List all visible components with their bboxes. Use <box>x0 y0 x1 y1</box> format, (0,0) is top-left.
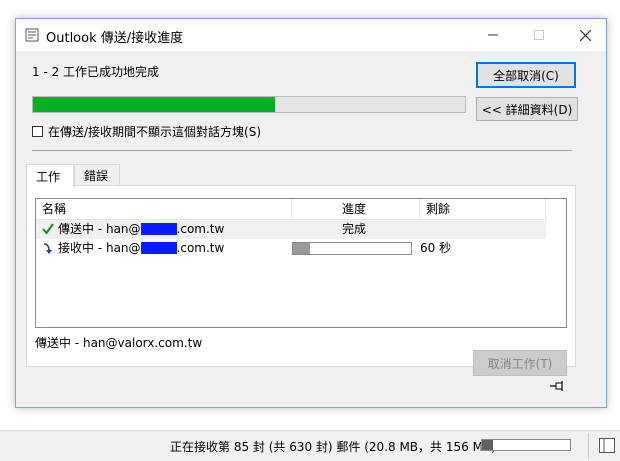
column-header-progress[interactable]: 進度 <box>292 199 420 219</box>
outlook-send-receive-icon <box>25 28 39 42</box>
redacted-domain <box>140 223 177 235</box>
status-bar-text: 正在接收第 85 封 (共 630 封) 郵件 (20.8 MB，共 156 M… <box>170 440 496 454</box>
task-progress-fill <box>293 243 310 254</box>
close-button[interactable] <box>562 19 608 51</box>
receiving-arrow-icon <box>43 243 52 254</box>
maximize-button <box>516 19 562 51</box>
cancel-all-button[interactable]: 全部取消(C) <box>476 62 576 88</box>
reading-pane-icon[interactable] <box>598 437 616 454</box>
task-name: 接收中 - han@ .com.tw <box>58 239 224 258</box>
hide-dialog-option[interactable]: 在傳送/接收期間不顯示這個對話方塊(S) <box>32 123 261 140</box>
maximize-icon <box>534 30 544 40</box>
column-header-remaining[interactable]: 剩餘 <box>420 199 546 219</box>
overall-progress-fill <box>33 97 275 112</box>
status-bar-progress-fill <box>482 440 494 450</box>
tab-errors[interactable]: 錯誤 <box>74 164 120 186</box>
column-header-name[interactable]: 名稱 <box>36 199 292 219</box>
status-summary: 1 - 2 工作已成功地完成 <box>32 65 160 79</box>
minimize-button[interactable] <box>470 19 516 51</box>
status-bar: 正在接收第 85 封 (共 630 封) 郵件 (20.8 MB，共 156 M… <box>0 430 620 461</box>
details-button[interactable]: << 詳細資料(D) <box>476 97 578 121</box>
status-bar-progress <box>481 439 571 451</box>
status-bar-divider <box>588 433 589 459</box>
hide-dialog-label: 在傳送/接收期間不顯示這個對話方塊(S) <box>48 125 262 139</box>
task-progress-bar <box>292 242 412 255</box>
overall-progress-bar <box>32 96 466 113</box>
tab-tasks[interactable]: 工作 <box>26 164 74 187</box>
hide-dialog-checkbox[interactable] <box>32 126 43 137</box>
task-name-suffix: .com.tw <box>176 241 225 255</box>
task-name-suffix: .com.tw <box>176 222 225 236</box>
task-progress-text: 完成 <box>342 222 367 236</box>
current-task-label: 傳送中 - han@valorx.com.tw <box>35 336 203 350</box>
redacted-domain <box>140 242 177 254</box>
title-bar[interactable]: Outlook 傳送/接收進度 <box>16 19 606 51</box>
window-title: Outlook 傳送/接收進度 <box>46 31 184 46</box>
task-remaining-time: 60 秒 <box>420 241 452 255</box>
pin-icon[interactable] <box>550 379 566 393</box>
tasks-panel: 名稱 進度 剩餘 傳送中 - han@ .com.tw 完成 接收中 - han@… <box>26 185 576 376</box>
close-icon <box>579 29 591 41</box>
cancel-task-button[interactable]: 取消工作(T) <box>473 350 567 376</box>
task-name: 傳送中 - han@ .com.tw <box>58 220 224 239</box>
task-row-receiving[interactable]: 接收中 - han@ .com.tw 60 秒 <box>36 239 546 258</box>
minimize-icon <box>488 34 498 36</box>
task-name-prefix: 傳送中 - han@ <box>58 222 141 236</box>
send-receive-dialog: Outlook 傳送/接收進度 1 - 2 工作已成功地完成 全部取消(C) <… <box>15 18 607 408</box>
task-list[interactable]: 名稱 進度 剩餘 傳送中 - han@ .com.tw 完成 接收中 - han@… <box>35 198 567 328</box>
task-list-header: 名稱 進度 剩餘 <box>36 199 546 220</box>
task-row-sending[interactable]: 傳送中 - han@ .com.tw 完成 <box>36 220 546 239</box>
separator <box>32 150 572 151</box>
task-name-prefix: 接收中 - han@ <box>58 241 141 255</box>
checkmark-icon <box>42 223 54 235</box>
